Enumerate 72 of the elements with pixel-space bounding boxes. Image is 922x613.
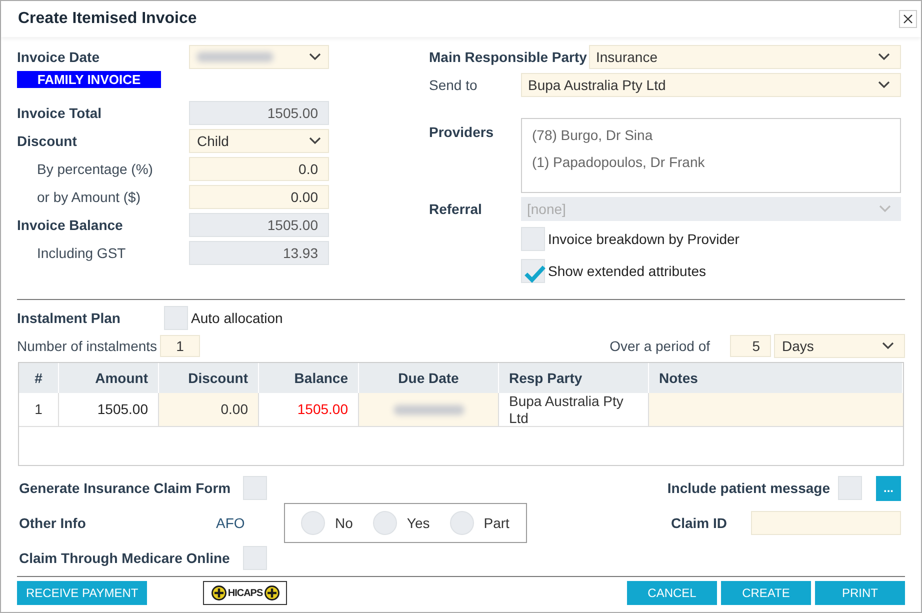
- checkbox[interactable]: [838, 476, 862, 500]
- plus-icon: [210, 585, 227, 601]
- radio-label: Part: [484, 514, 510, 532]
- period-select[interactable]: Days: [774, 334, 905, 358]
- column-header: Resp Party: [499, 363, 649, 393]
- field-label: Number of instalments: [17, 336, 158, 356]
- column-header: Amount: [59, 363, 159, 393]
- field-label: By percentage (%): [37, 160, 153, 176]
- checkbox[interactable]: [521, 259, 545, 283]
- radio-button[interactable]: [301, 511, 325, 535]
- list-item[interactable]: (78) Burgo, Dr Sina: [532, 125, 890, 146]
- window-title: Create Itemised Invoice: [18, 9, 197, 29]
- readonly-field: 13.93: [189, 241, 329, 265]
- chevron-icon: [309, 53, 321, 61]
- column-header: Balance: [259, 363, 359, 393]
- list-item[interactable]: (1) Papadopoulos, Dr Frank: [532, 152, 890, 173]
- field-label: Include patient message: [667, 478, 830, 498]
- input-field[interactable]: 0.0: [189, 157, 329, 181]
- radio-button[interactable]: [450, 511, 474, 535]
- readonly-field: 1505.00: [189, 213, 329, 237]
- chevron-icon: [878, 53, 890, 61]
- chevron-icon: [878, 81, 890, 89]
- discount-select[interactable]: Child: [189, 129, 329, 153]
- checkbox[interactable]: [243, 546, 267, 570]
- field-label: Referral: [429, 200, 483, 218]
- party-select[interactable]: Insurance: [589, 45, 901, 69]
- field-label: Main Responsible Party: [429, 48, 588, 67]
- field-label: Invoice Total: [17, 104, 102, 120]
- claim-id-field[interactable]: [751, 511, 901, 535]
- field-label: Over a period of: [610, 336, 710, 356]
- field-label: Claim Through Medicare Online: [19, 548, 231, 568]
- send-to-select[interactable]: Bupa Australia Pty Ltd: [521, 73, 901, 97]
- checkbox-label: Show extended attributes: [548, 262, 706, 280]
- chevron-icon: [309, 137, 321, 145]
- checkbox-label: Auto allocation: [191, 308, 283, 328]
- column-header: #: [19, 363, 59, 393]
- chevron-icon: [879, 205, 891, 213]
- table-cell: 1: [19, 393, 59, 426]
- input-field[interactable]: 0.00: [189, 185, 329, 209]
- close-button[interactable]: [899, 10, 917, 28]
- checkbox[interactable]: [243, 476, 267, 500]
- date-select[interactable]: [189, 45, 329, 69]
- field-label: Claim ID: [671, 514, 728, 532]
- field-label: Send to: [429, 76, 478, 94]
- radio-label: Yes: [406, 514, 430, 532]
- radio-label: No: [335, 514, 353, 532]
- due-date-cell[interactable]: [359, 393, 499, 426]
- checkbox[interactable]: [164, 306, 188, 330]
- close-icon: [903, 14, 913, 24]
- field-label: Providers: [429, 123, 495, 142]
- field-label: Invoice Date: [17, 48, 100, 64]
- field-label: or by Amount ($): [37, 188, 140, 204]
- table-cell: 0.00: [159, 393, 259, 426]
- readonly-field: 1505.00: [189, 101, 329, 125]
- input-field[interactable]: 1: [160, 335, 200, 357]
- field-label: Invoice Balance: [17, 216, 123, 232]
- field-label: Generate Insurance Claim Form: [19, 478, 232, 498]
- blurred-date: [394, 404, 464, 414]
- radio-button[interactable]: [372, 511, 397, 535]
- field-label: Instalment Plan: [17, 308, 122, 328]
- input-field[interactable]: 5: [730, 335, 771, 357]
- notes-cell[interactable]: [649, 393, 903, 426]
- checkbox-label: Invoice breakdown by Provider: [548, 230, 740, 249]
- family-invoice-badge: FAMILY INVOICE: [17, 71, 161, 88]
- field-label: Other Info: [19, 514, 87, 532]
- field-label: Including GST: [37, 244, 126, 260]
- field-label: Discount: [17, 132, 77, 148]
- code-label: AFO: [216, 514, 246, 532]
- checkbox[interactable]: [521, 227, 545, 251]
- logo-text: HICAPS: [228, 586, 263, 600]
- chevron-icon: [882, 342, 894, 350]
- plus-icon: [264, 585, 280, 601]
